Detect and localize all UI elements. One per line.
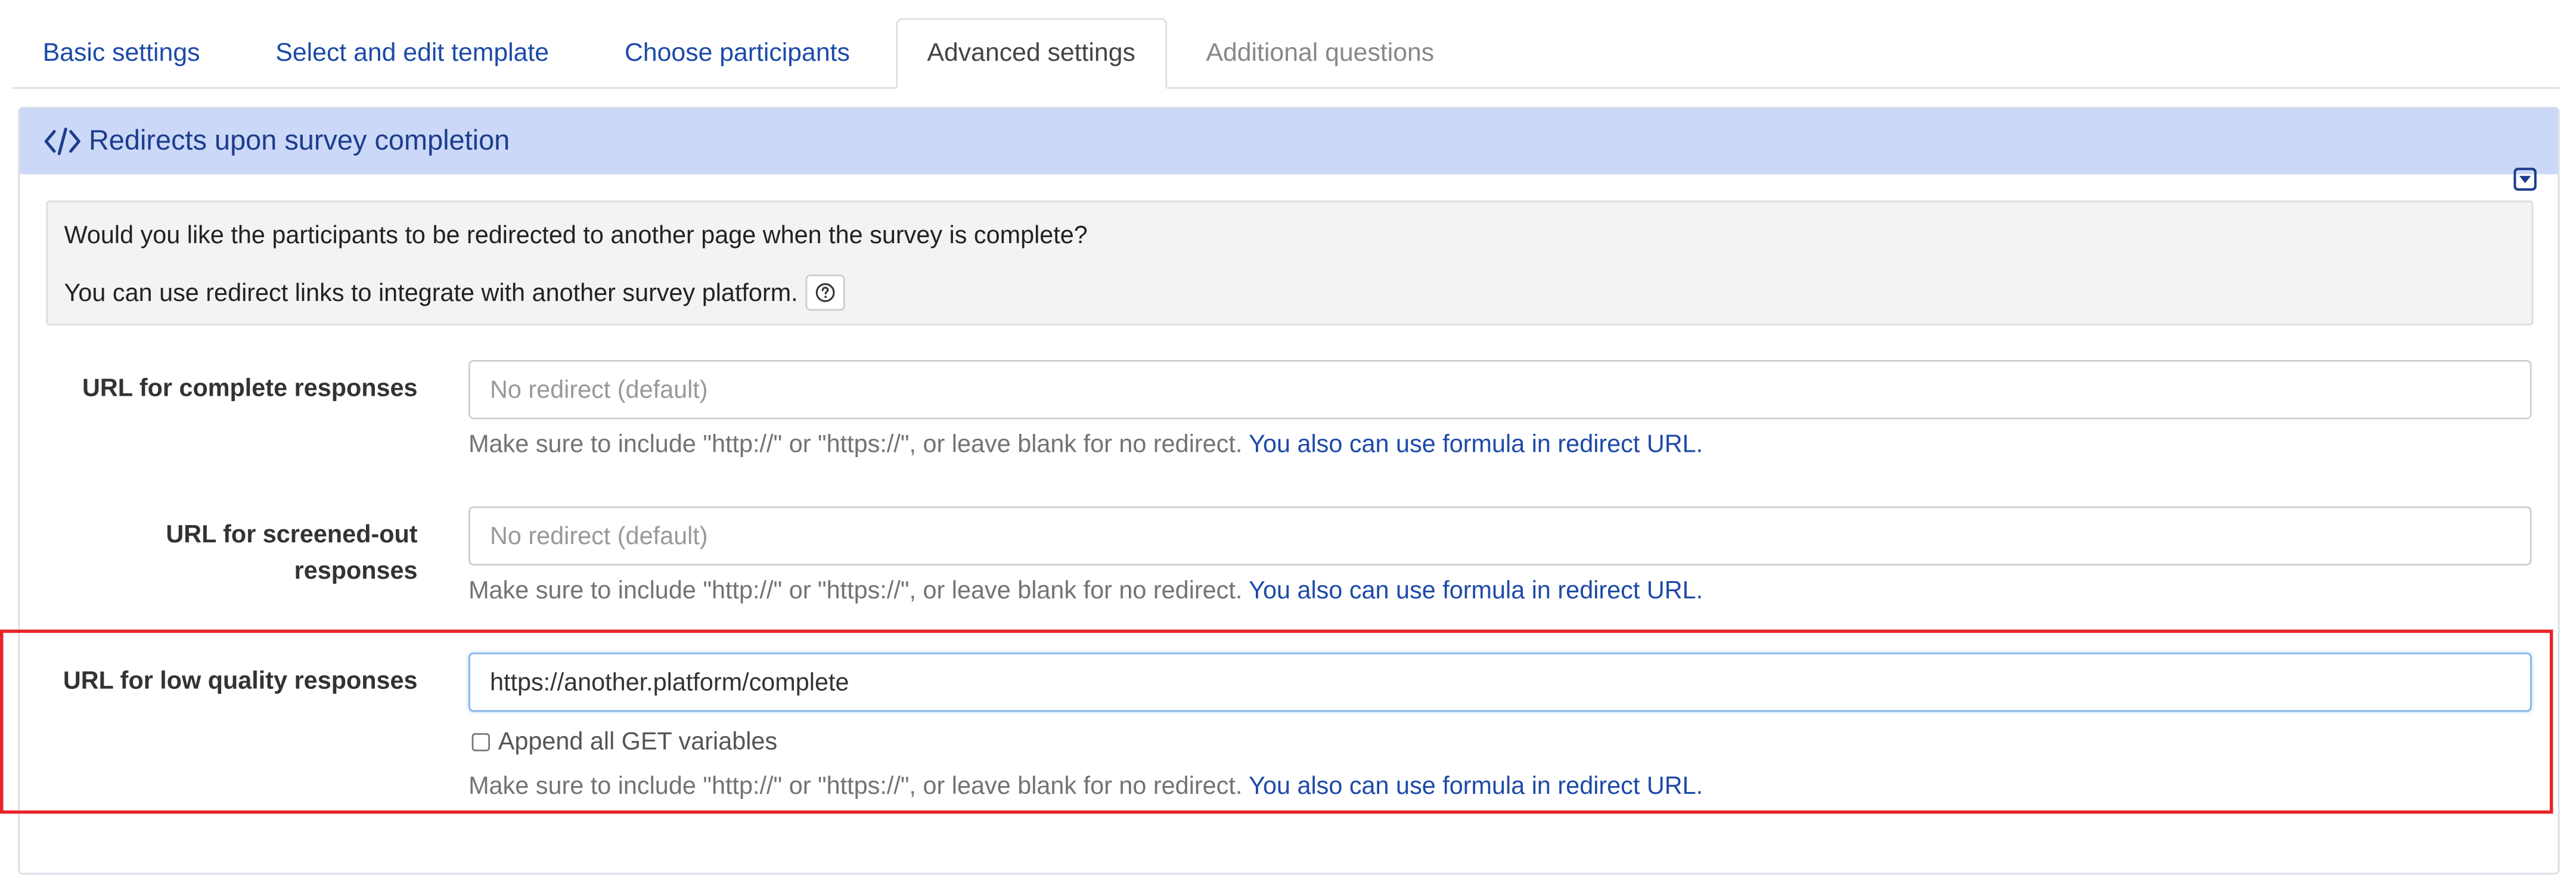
tab-basic-settings[interactable]: Basic settings [13, 20, 229, 87]
settings-tabs: Basic settings Select and edit template … [13, 18, 2560, 89]
append-get-variables-checkbox[interactable] [471, 733, 490, 752]
complete-url-input[interactable] [468, 360, 2532, 420]
append-get-variables-label: Append all GET variables [498, 728, 778, 756]
collapse-toggle-icon[interactable] [2513, 128, 2537, 191]
help-button[interactable] [806, 274, 846, 311]
info-integration-row: You can use redirect links to integrate … [64, 274, 846, 311]
tab-advanced-settings[interactable]: Advanced settings [896, 18, 1167, 89]
screened-out-label-line1: URL for screened-out [166, 521, 418, 549]
complete-url-help-text: Make sure to include "http://" or "https… [468, 430, 1243, 459]
panel-title: Redirects upon survey completion [88, 125, 510, 157]
code-icon [44, 125, 80, 158]
screened-out-url-label: URL for screened-out responses [23, 518, 418, 590]
low-quality-url-label: URL for low quality responses [63, 667, 418, 696]
low-quality-url-help: Make sure to include "http://" or "https… [468, 772, 1703, 800]
panel-header[interactable]: Redirects upon survey completion [20, 108, 2558, 191]
complete-url-formula-link[interactable]: You also can use formula in redirect URL… [1249, 431, 1703, 459]
help-circle-icon [816, 283, 836, 302]
low-quality-url-formula-link[interactable]: You also can use formula in redirect URL… [1249, 772, 1703, 800]
low-quality-url-input[interactable] [468, 653, 2532, 712]
complete-url-help: Make sure to include "http://" or "https… [468, 431, 1703, 459]
info-question-text: Would you like the participants to be re… [64, 222, 1088, 250]
complete-url-label: URL for complete responses [82, 374, 418, 403]
low-quality-url-help-text: Make sure to include "http://" or "https… [468, 772, 1243, 801]
screened-out-url-help: Make sure to include "http://" or "https… [468, 577, 1703, 605]
info-integration-text: You can use redirect links to integrate … [64, 278, 798, 307]
survey-settings-page: Basic settings Select and edit template … [0, 0, 2576, 891]
append-get-variables-row[interactable]: Append all GET variables [471, 728, 778, 756]
tab-choose-participants[interactable]: Choose participants [595, 20, 879, 87]
redirect-info-box: Would you like the participants to be re… [46, 200, 2534, 326]
tab-additional-questions: Additional questions [1206, 39, 1435, 68]
screened-out-label-line2: responses [294, 557, 418, 585]
screened-out-url-help-text: Make sure to include "http://" or "https… [468, 577, 1243, 606]
screened-out-url-formula-link[interactable]: You also can use formula in redirect URL… [1249, 577, 1703, 605]
screened-out-url-input[interactable] [468, 506, 2532, 566]
tab-select-and-edit-template[interactable]: Select and edit template [246, 20, 579, 87]
